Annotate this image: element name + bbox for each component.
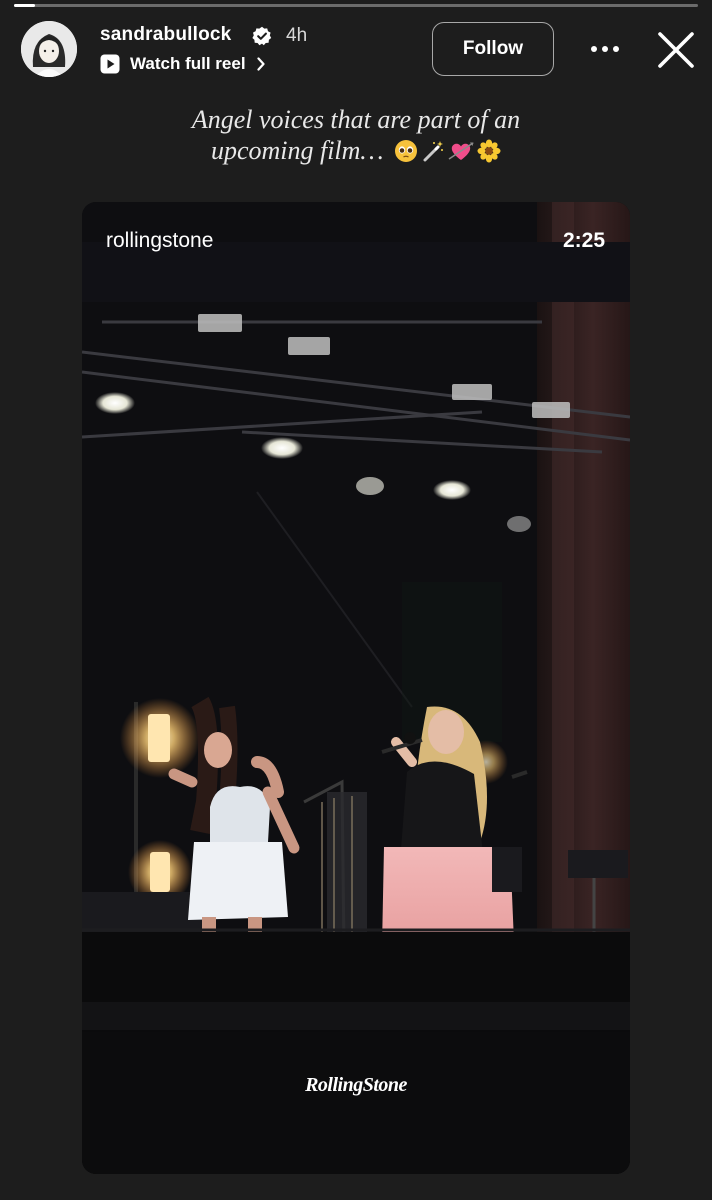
- more-options-icon[interactable]: [585, 34, 625, 64]
- chevron-right-icon: [256, 57, 265, 71]
- story-caption: Angel voices that are part of an upcomin…: [150, 104, 562, 166]
- magic-wand-emoji: [423, 141, 444, 162]
- verified-badge-icon: [252, 26, 272, 46]
- follow-button[interactable]: Follow: [432, 22, 554, 76]
- watch-full-reel-label: Watch full reel: [130, 54, 246, 73]
- blossom-emoji: [477, 139, 501, 163]
- story-progress-bar: [14, 4, 698, 7]
- avatar-image: [21, 21, 77, 77]
- concert-video-frame: [82, 202, 630, 1174]
- heart-with-arrow-emoji: [448, 142, 474, 161]
- username[interactable]: sandrabullock: [100, 24, 231, 46]
- caption-line-1: Angel voices that are part of an: [191, 105, 521, 134]
- video-source-label: rollingstone: [106, 229, 214, 252]
- close-icon[interactable]: [656, 30, 696, 70]
- video-duration: 2:25: [562, 229, 605, 252]
- time-ago: 4h: [286, 25, 308, 46]
- pleading-face-emoji: [395, 140, 418, 163]
- avatar[interactable]: [21, 21, 77, 77]
- story-progress-fill: [14, 4, 35, 7]
- reel-video-card[interactable]: rollingstone 2:25 RollingStone: [82, 202, 630, 1174]
- play-icon: [100, 54, 120, 74]
- video-watermark: RollingStone: [305, 1074, 407, 1096]
- caption-line-2: upcoming film…: [210, 136, 384, 165]
- watch-full-reel-link[interactable]: Watch full reel: [100, 53, 266, 75]
